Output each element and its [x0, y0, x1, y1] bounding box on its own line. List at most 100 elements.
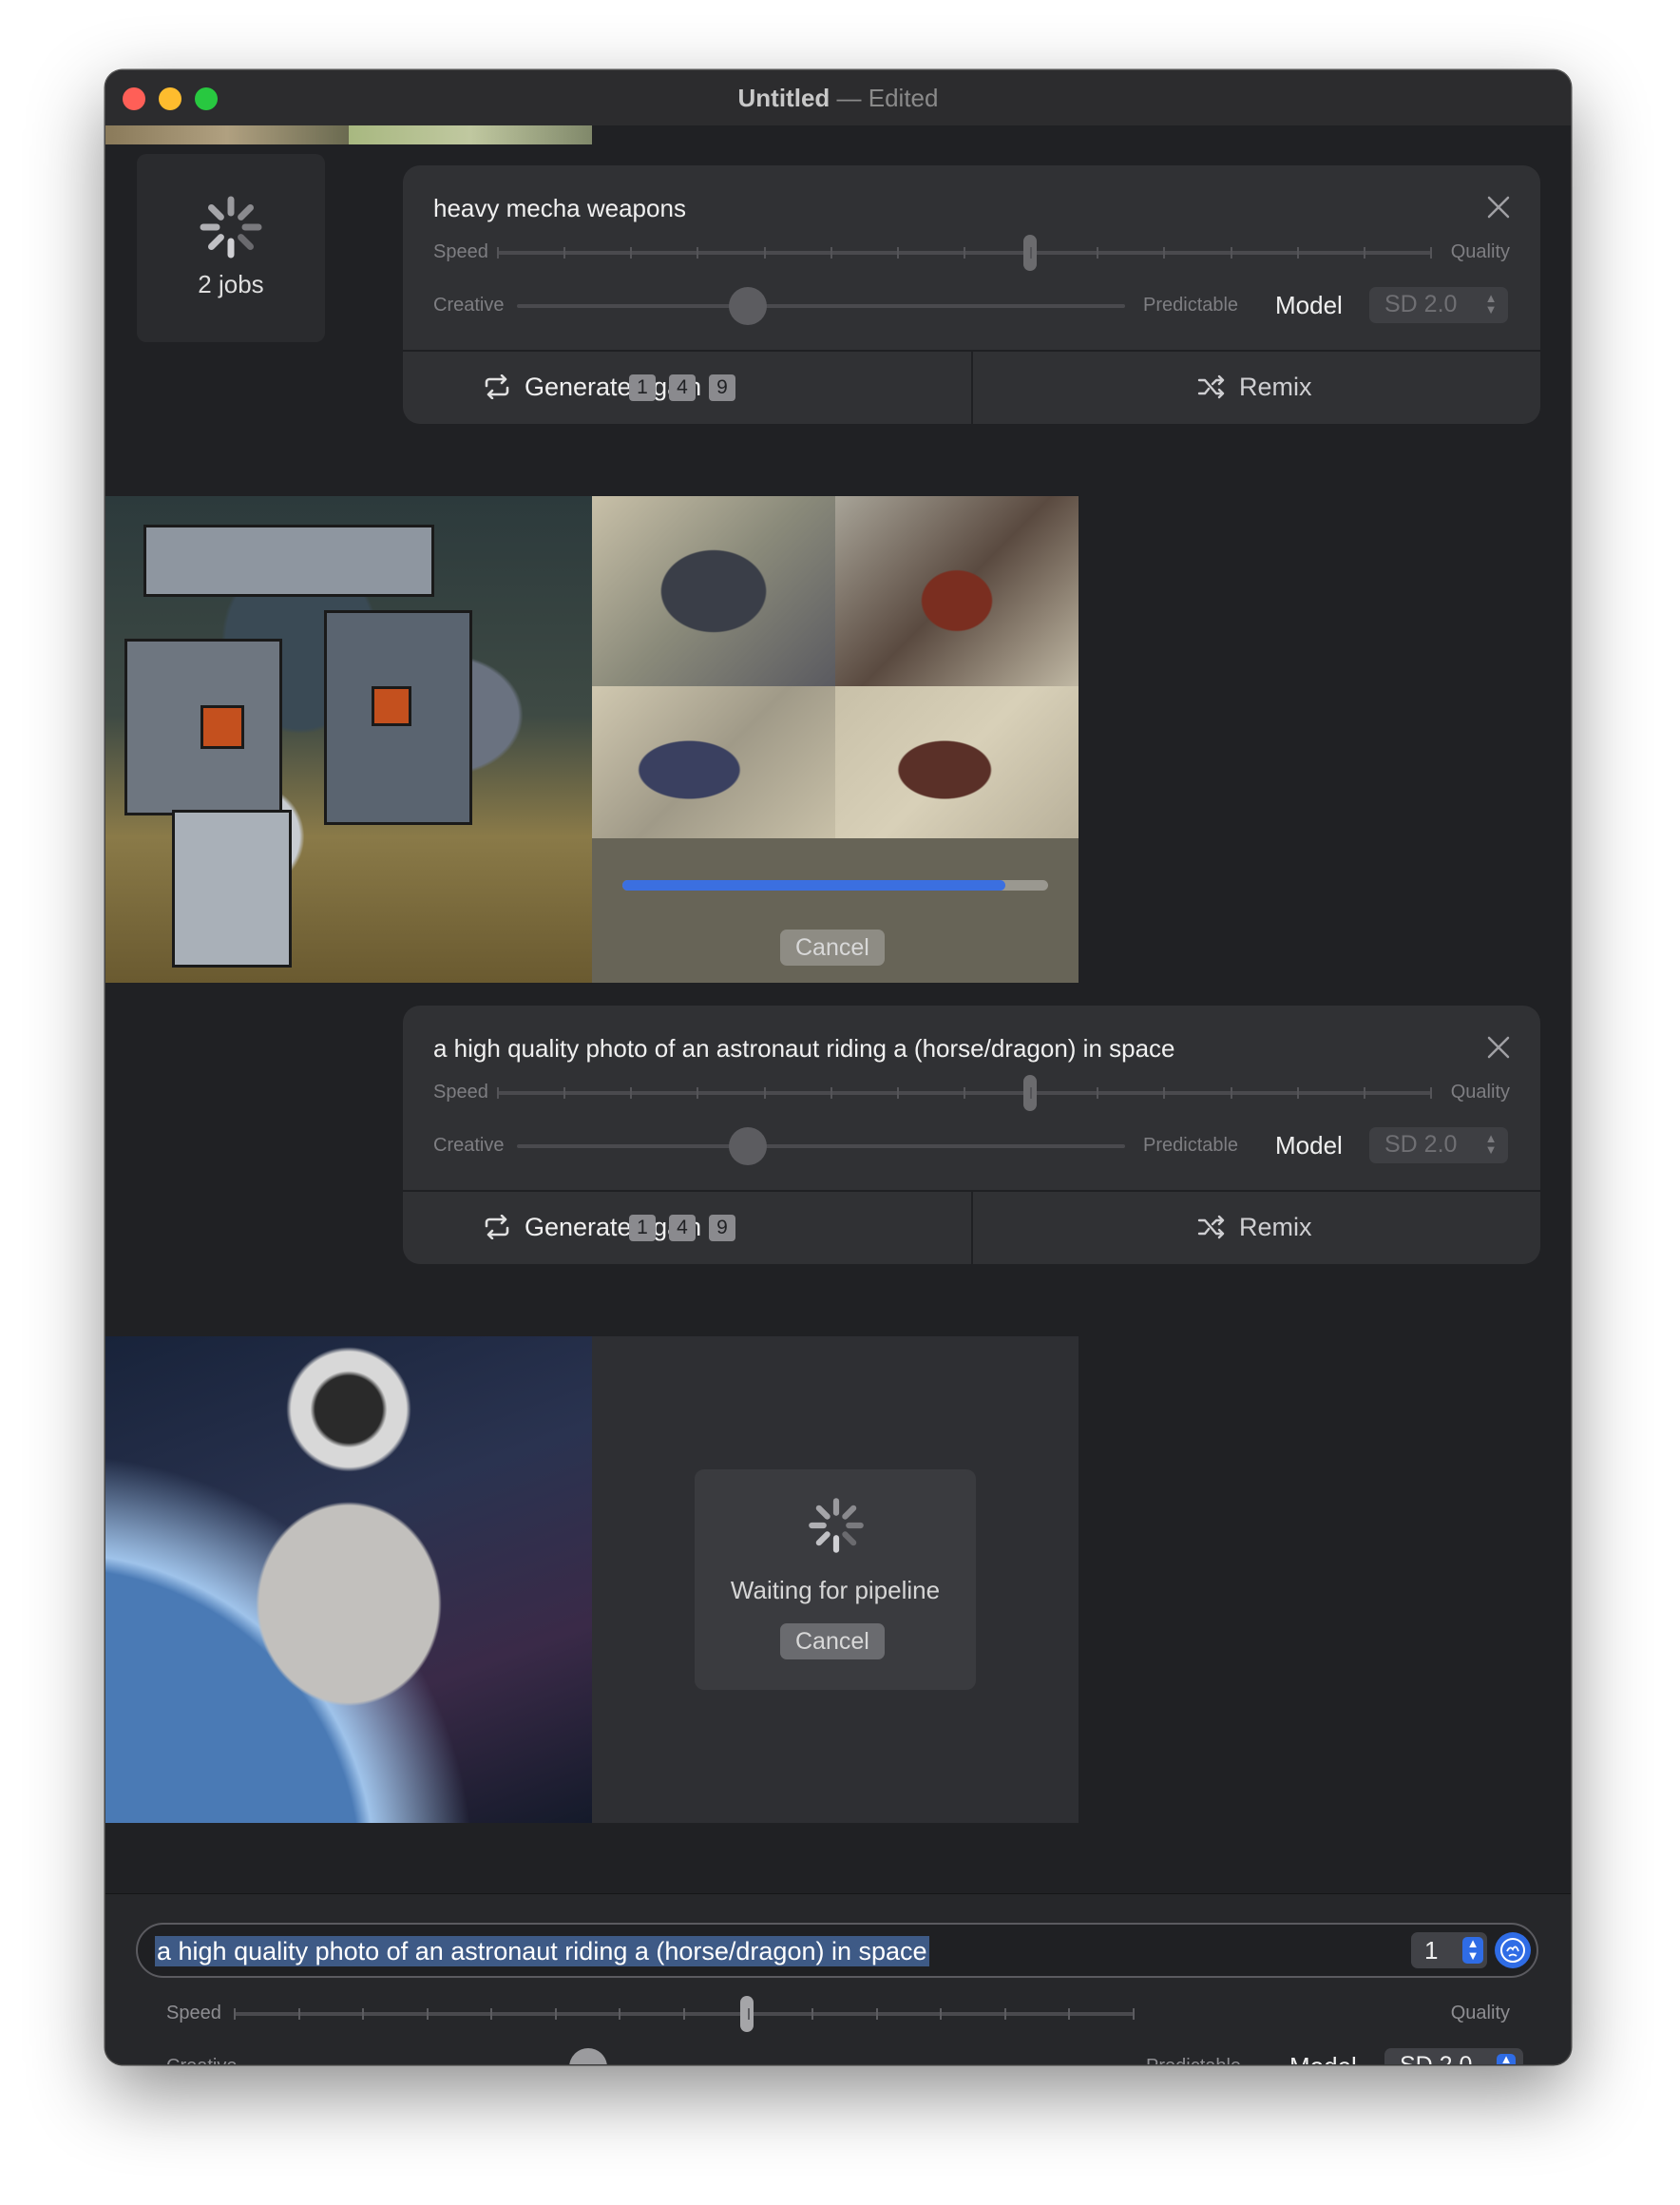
- slider-tick: [497, 1087, 499, 1099]
- slider-tick: [362, 2008, 365, 2020]
- waiting-label: Waiting for pipeline: [730, 1576, 941, 1604]
- remix-button[interactable]: Remix: [1197, 365, 1312, 409]
- remix-button[interactable]: Remix: [1197, 1205, 1312, 1249]
- cancel-button[interactable]: Cancel: [780, 930, 885, 966]
- model-label: Model: [1275, 1131, 1343, 1160]
- model-label: Model: [1275, 291, 1343, 319]
- speed-label: Speed: [433, 241, 488, 262]
- speed-label: Speed: [433, 1082, 488, 1102]
- predictable-label: Predictable: [1146, 2056, 1241, 2064]
- slider-tick: [830, 1087, 832, 1099]
- cancel-button[interactable]: Cancel: [780, 1623, 885, 1659]
- slider-tick: [563, 1087, 566, 1099]
- model-value: SD 2.0: [1384, 291, 1458, 317]
- progress-fill: [622, 880, 1006, 891]
- slider-tick: [1230, 1087, 1232, 1099]
- slider-tick: [554, 2008, 557, 2020]
- count-9-button[interactable]: 9: [709, 1215, 735, 1241]
- prompt-title: a high quality photo of an astronaut rid…: [433, 1034, 1175, 1063]
- count-9-button[interactable]: 9: [709, 374, 735, 401]
- slider-tick: [1296, 247, 1299, 259]
- generation-progress-panel: Cancel: [592, 496, 1079, 983]
- slider-tick: [763, 247, 766, 259]
- slider-tick: [1133, 2008, 1135, 2020]
- predictable-label: Predictable: [1143, 295, 1239, 316]
- count-4-button[interactable]: 4: [669, 374, 696, 401]
- prompt-input-text[interactable]: a high quality photo of an astronaut rid…: [155, 1936, 929, 1966]
- slider-tick: [1363, 247, 1365, 259]
- slider-tick: [964, 1087, 965, 1099]
- creative-predictable-knob[interactable]: [729, 1127, 768, 1165]
- generated-image-astronaut[interactable]: [105, 1336, 592, 1823]
- speed-label: Speed: [166, 2003, 221, 2023]
- window-title: Untitled — Edited: [105, 84, 1571, 113]
- creative-label: Creative: [433, 1135, 505, 1156]
- waiting-box: Waiting for pipeline Cancel: [695, 1469, 976, 1690]
- predictable-label: Predictable: [1143, 1135, 1239, 1156]
- slider-tick: [490, 2008, 493, 2020]
- model-label: Model: [1289, 2052, 1357, 2064]
- up-down-chevron-icon: ▲▼: [1484, 1131, 1498, 1157]
- prompt-card: a high quality photo of an astronaut rid…: [403, 1006, 1540, 1264]
- app-window: Untitled — Edited 2 jobs heavy mecha wea…: [105, 70, 1571, 2064]
- creative-label: Creative: [166, 2056, 237, 2064]
- previous-images-strip: [105, 125, 592, 144]
- close-icon[interactable]: [1485, 1034, 1512, 1061]
- slider-tick: [1430, 1087, 1432, 1099]
- thumbnail[interactable]: [349, 125, 592, 144]
- slider-tick: [1430, 247, 1432, 259]
- edited-status: Edited: [868, 84, 939, 112]
- creative-predictable-slider[interactable]: [517, 1144, 1125, 1148]
- count-4-button[interactable]: 4: [669, 1215, 696, 1241]
- prompt-input[interactable]: a high quality photo of an astronaut rid…: [136, 1923, 1538, 1978]
- creative-predictable-knob[interactable]: [569, 2048, 608, 2064]
- slider-tick: [964, 247, 965, 259]
- brain-icon[interactable]: [1495, 1932, 1531, 1968]
- spinner-icon: [200, 196, 262, 259]
- jobs-indicator: 2 jobs: [137, 154, 325, 342]
- slider-tick: [1068, 2008, 1071, 2020]
- card-vertical-divider: [971, 1190, 973, 1264]
- quality-label: Quality: [1450, 241, 1510, 262]
- slider-tick: [1003, 2008, 1006, 2020]
- slider-tick: [1296, 1087, 1299, 1099]
- preview-image: [592, 686, 835, 838]
- count-1-button[interactable]: 1: [629, 374, 656, 401]
- slider-tick: [697, 1087, 699, 1099]
- card-vertical-divider: [971, 350, 973, 424]
- slider-tick: [630, 247, 633, 259]
- slider-tick: [811, 2008, 814, 2020]
- shuffle-icon: [1197, 374, 1225, 399]
- slider-tick: [763, 1087, 766, 1099]
- document-name: Untitled: [737, 84, 830, 112]
- prompt-card: heavy mecha weapons Speed Quality Creati…: [403, 165, 1540, 424]
- model-value: SD 2.0: [1384, 1131, 1458, 1158]
- close-icon[interactable]: [1485, 194, 1512, 220]
- quality-label: Quality: [1450, 2003, 1510, 2023]
- slider-tick: [1097, 247, 1099, 259]
- preview-image: [835, 496, 1079, 686]
- slider-tick: [1163, 1087, 1166, 1099]
- slider-tick: [1163, 247, 1166, 259]
- slider-tick: [1363, 1087, 1365, 1099]
- slider-tick: [1030, 1087, 1033, 1099]
- preview-image: [592, 496, 835, 686]
- quality-label: Quality: [1450, 1082, 1510, 1102]
- slider-tick: [1097, 1087, 1099, 1099]
- generation-progress-bar: [622, 880, 1048, 891]
- creative-predictable-slider[interactable]: [517, 304, 1125, 308]
- model-select[interactable]: SD 2.0 ▲▼: [1384, 2048, 1523, 2064]
- slider-tick: [630, 1087, 633, 1099]
- generated-image-mecha[interactable]: [105, 496, 592, 983]
- repeat-icon: [485, 1215, 509, 1239]
- image-count-stepper[interactable]: 1 ▲ ▼: [1411, 1932, 1487, 1968]
- model-select[interactable]: SD 2.0 ▲▼: [1369, 1127, 1508, 1163]
- model-select[interactable]: SD 2.0 ▲▼: [1369, 287, 1508, 323]
- up-down-chevron-icon[interactable]: ▲ ▼: [1462, 1937, 1483, 1964]
- title-separator: —: [836, 84, 862, 112]
- count-1-button[interactable]: 1: [629, 1215, 656, 1241]
- thumbnail[interactable]: [105, 125, 349, 144]
- slider-tick: [683, 2008, 685, 2020]
- creative-predictable-knob[interactable]: [729, 287, 768, 325]
- slider-tick: [1230, 247, 1232, 259]
